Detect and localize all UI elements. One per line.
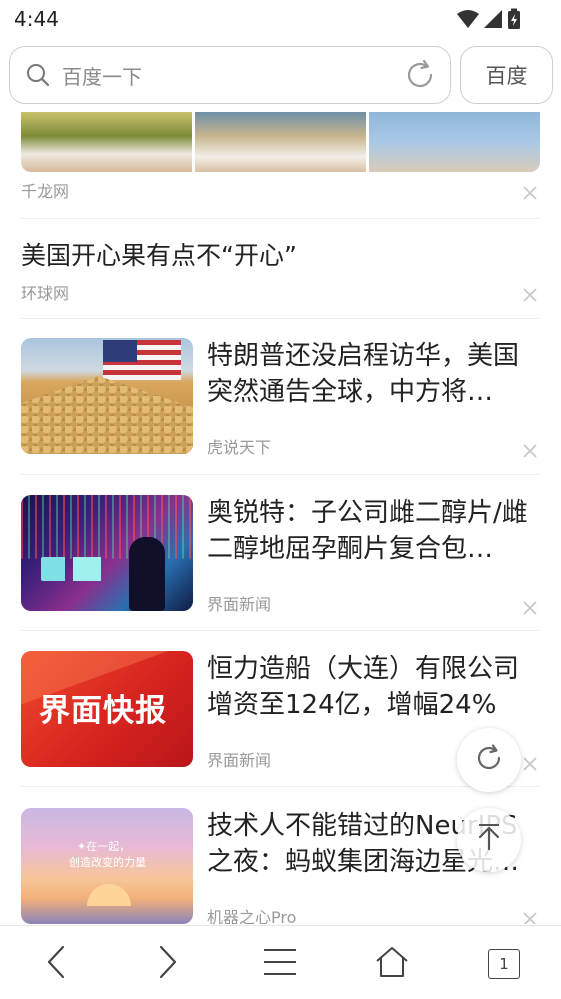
thumbnail-text: 界面快报 (39, 693, 167, 729)
close-icon[interactable] (521, 755, 539, 773)
news-thumbnail (21, 495, 193, 611)
battery-charging-icon (507, 8, 521, 34)
refresh-feed-button[interactable] (457, 728, 521, 792)
top-item-source: 千龙网 (21, 182, 70, 201)
status-time: 4:44 (14, 7, 59, 31)
tabs-icon: 1 (488, 949, 520, 979)
back-icon (45, 945, 67, 983)
top-item-photo-3 (369, 112, 540, 172)
news-thumbnail (21, 338, 193, 454)
search-icon (26, 63, 50, 91)
thumbnail-text: ✦在一起， (77, 840, 131, 853)
screens-graphic (41, 557, 121, 581)
home-icon (375, 946, 409, 982)
forward-button[interactable] (148, 944, 188, 984)
list-item[interactable]: 特朗普还没启程访华，美国突然通告全球，中方将… 虎说天下 (21, 338, 540, 478)
search-input[interactable]: 百度一下 (62, 61, 142, 90)
tabs-button[interactable]: 1 (484, 944, 524, 984)
wifi-icon (457, 9, 479, 33)
text-item-title[interactable]: 美国开心果有点不“开心” (21, 236, 297, 272)
news-title: 奥锐特：子公司雌二醇片/雌二醇地屈孕酮片复合包… (207, 498, 528, 564)
divider (21, 218, 540, 219)
home-button[interactable] (372, 944, 412, 984)
divider (21, 786, 540, 787)
close-icon[interactable] (521, 184, 539, 202)
top-item-image-strip[interactable] (21, 112, 540, 172)
list-item[interactable]: 奥锐特：子公司雌二醇片/雌二醇地屈孕酮片复合包… 界面新闻 (21, 495, 540, 635)
news-source: 虎说天下 (207, 438, 272, 457)
text-item-source: 环球网 (21, 284, 70, 303)
signal-icon (483, 9, 503, 33)
thumbnail-subtext: 创造改变的力量 (69, 856, 146, 869)
forward-icon (157, 945, 179, 983)
beans-graphic (21, 376, 193, 454)
close-icon[interactable] (521, 442, 539, 460)
news-feed: 千龙网 美国开心果有点不“开心” 环球网 特朗普还没启程访华，美国突然通告全球，… (0, 112, 561, 924)
chart-bars-graphic (21, 495, 193, 559)
news-thumbnail: 界面快报 (21, 651, 193, 767)
top-item-photo-2 (195, 112, 366, 172)
bottom-nav: 1 (0, 925, 561, 999)
news-source: 界面新闻 (207, 595, 272, 614)
status-bar: 4:44 (0, 0, 561, 40)
close-icon[interactable] (521, 286, 539, 304)
close-icon[interactable] (521, 910, 539, 924)
flag-graphic (103, 340, 181, 380)
top-item-photo-1 (21, 112, 192, 172)
divider (21, 318, 540, 319)
reload-icon[interactable] (404, 59, 436, 95)
search-box[interactable]: 百度一下 (9, 46, 451, 104)
news-source: 界面新闻 (207, 751, 272, 770)
arrow-up-icon (475, 823, 503, 857)
close-icon[interactable] (521, 599, 539, 617)
divider (21, 630, 540, 631)
refresh-icon (474, 743, 504, 777)
news-thumbnail: ✦在一起， 创造改变的力量 (21, 808, 193, 924)
menu-icon (263, 947, 297, 981)
person-graphic (129, 537, 165, 611)
menu-button[interactable] (260, 944, 300, 984)
status-icons (457, 8, 521, 34)
search-submit-button[interactable]: 百度 (460, 46, 553, 104)
back-to-top-button[interactable] (457, 808, 521, 872)
news-title: 恒力造船（大连）有限公司增资至124亿，增幅24% (207, 654, 520, 720)
sun-graphic (87, 884, 131, 906)
divider (21, 474, 540, 475)
news-title: 特朗普还没启程访华，美国突然通告全球，中方将… (207, 341, 520, 407)
back-button[interactable] (36, 944, 76, 984)
news-source: 机器之心Pro (207, 908, 297, 924)
